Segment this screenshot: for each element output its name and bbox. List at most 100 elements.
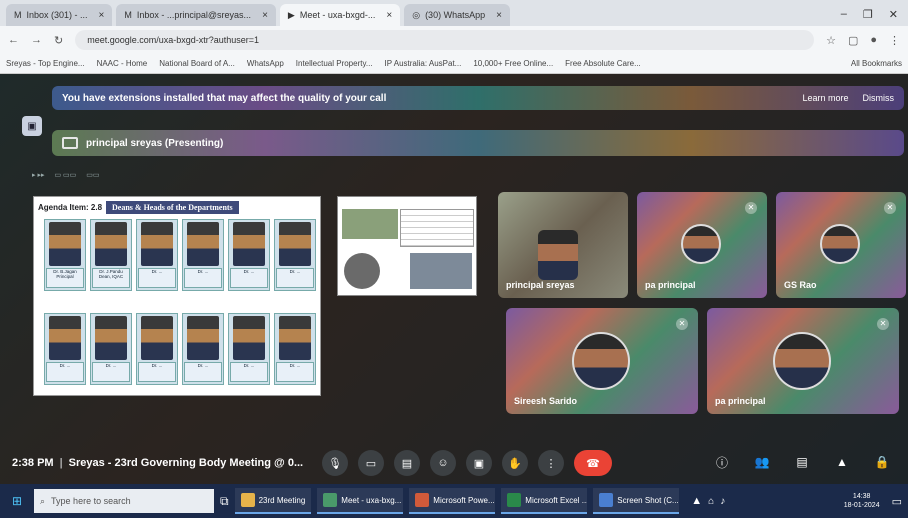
microphone-button[interactable]: 🎙 [322,450,348,476]
close-tab-icon[interactable]: × [496,10,502,21]
chrome-icon [323,493,338,507]
participant-tile[interactable]: ✕ pa principal [637,192,767,298]
close-tab-icon[interactable]: × [386,10,392,21]
search-placeholder: Type here to search [51,496,131,506]
thumb-photo [410,253,472,289]
taskbar-item[interactable]: Microsoft Excel ... [501,488,588,514]
meet-icon: ▶ [287,9,295,20]
url-field[interactable]: meet.google.com/uxa-bxgd-xtr?authuser=1 [75,30,815,50]
bookmark-item[interactable]: National Board of A... [159,59,235,68]
slide-tool[interactable]: ▭ ▭▭ [55,171,77,181]
meeting-title: Sreyas - 23rd Governing Body Meeting @ 0… [68,457,304,469]
powerpoint-icon [415,493,430,507]
folder-icon [240,493,255,507]
participant-name: pa principal [715,396,766,406]
mic-off-icon: ✕ [877,318,889,330]
person-card: Dr. ... [228,219,270,291]
profile-icon[interactable]: ● [870,34,877,46]
slide-tool[interactable]: ▭▭ [86,171,99,181]
person-photo [141,222,173,266]
dismiss-button[interactable]: Dismiss [863,93,895,103]
shared-slide: Agenda Item: 2.8 Deans & Heads of the De… [33,196,321,396]
maximize-icon[interactable]: ❐ [863,8,873,21]
person-card: Dr. ... [182,313,224,385]
more-options-button[interactable]: ⋮ [538,450,564,476]
person-card: Dr. J.Pandu Dean, IQAC [90,219,132,291]
browser-tab-bar: M Inbox (301) - ... × M Inbox - ...principa… [0,0,908,26]
slide-tool[interactable]: ▸ ▸▸ [32,171,45,181]
extensions-icon[interactable]: ▢ [848,34,858,47]
bookmark-item[interactable]: Free Absolute Care... [565,59,641,68]
browser-tab-meet[interactable]: ▶ Meet - uxa-bxgd-... × [279,4,401,26]
all-bookmarks[interactable]: All Bookmarks [851,59,902,68]
bookmark-item[interactable]: Intellectual Property... [296,59,373,68]
thumb-photo [344,253,380,289]
reload-icon[interactable]: ↻ [54,34,63,47]
taskbar-item[interactable]: Microsoft Powe... [409,488,496,514]
notification-icon[interactable]: ▭ [892,495,902,508]
participant-tile[interactable]: ✕ Sireesh Sarido [506,308,698,414]
taskbar-item[interactable]: Meet - uxa-bxg... [317,488,404,514]
camera-button[interactable]: ▭ [358,450,384,476]
person-card: Dr. ... [90,313,132,385]
mic-off-icon: ✕ [884,202,896,214]
raise-hand-button[interactable]: ✋ [502,450,528,476]
person-card: Dr. ... [274,313,316,385]
bookmark-item[interactable]: Sreyas - Top Engine... [6,59,85,68]
participant-tile[interactable]: ✕ pa principal [707,308,899,414]
person-card: Dr. ... [44,313,86,385]
presenting-label: principal sreyas (Presenting) [86,137,224,149]
bookmark-item[interactable]: NAAC - Home [97,59,148,68]
close-tab-icon[interactable]: × [99,10,105,21]
leave-call-button[interactable]: ☎ [574,450,612,476]
slide-person-grid-row2: Dr. ... Dr. ... Dr. ... Dr. ... Dr. ... … [44,313,316,385]
participant-tile[interactable]: ✕ GS Rao [776,192,906,298]
person-photo [279,316,311,360]
browser-tab-whatsapp[interactable]: ◎ (30) WhatsApp × [404,4,510,26]
excel-icon [507,493,522,507]
thumb-table [400,209,474,247]
bookmark-item[interactable]: WhatsApp [247,59,284,68]
captions-button[interactable]: ▤ [394,450,420,476]
browser-tab-inbox-2[interactable]: M Inbox - ...principal@sreyas... × [116,4,276,26]
close-window-icon[interactable]: ✕ [889,8,898,21]
taskbar-item[interactable]: 23rd Meeting [234,488,312,514]
meet-side-icon[interactable]: ▣ [22,116,42,136]
gmail-icon: M [124,10,132,20]
participant-tile[interactable]: principal sreyas [498,192,628,298]
network-icon[interactable]: ⌂ [708,496,714,507]
minimize-icon[interactable]: – [841,8,847,21]
activities-icon[interactable]: ▲ [830,450,854,474]
chat-icon[interactable]: ▤ [790,450,814,474]
person-photo [49,316,81,360]
bookmark-item[interactable]: IP Australia: AusPat... [385,59,462,68]
tray-app-icon[interactable]: ▲ [691,495,702,507]
task-view-icon[interactable]: ⧉ [220,494,229,509]
people-icon[interactable]: 👥 [750,450,774,474]
menu-icon[interactable]: ⋮ [889,34,900,47]
back-icon[interactable]: ← [8,34,19,46]
windows-taskbar: ⊞ ⌕ Type here to search ⧉ 23rd Meeting M… [0,484,908,518]
learn-more-link[interactable]: Learn more [802,93,848,103]
taskbar-search[interactable]: ⌕ Type here to search [34,489,214,513]
participant-name: pa principal [645,280,696,290]
present-button[interactable]: ▣ [466,450,492,476]
emoji-button[interactable]: ☺ [430,450,456,476]
volume-icon[interactable]: ♪ [720,496,725,507]
thumb-photo [342,209,398,239]
browser-tab-inbox[interactable]: M Inbox (301) - ... × [6,4,113,26]
windows-start-icon[interactable]: ⊞ [6,490,28,512]
person-photo [233,222,265,266]
forward-icon[interactable]: → [31,34,42,46]
bookmark-star-icon[interactable]: ☆ [826,34,836,47]
extensions-banner: You have extensions installed that may a… [52,86,904,110]
bookmark-item[interactable]: 10,000+ Free Online... [473,59,553,68]
host-controls-icon[interactable]: 🔒 [870,450,894,474]
taskbar-clock[interactable]: 14:38 18-01-2024 [844,492,880,510]
slide-thumbnail[interactable] [337,196,477,296]
close-tab-icon[interactable]: × [262,10,268,21]
clock-date: 18-01-2024 [843,502,880,509]
taskbar-item[interactable]: Screen Shot (C... [593,488,680,514]
info-icon[interactable]: ⓘ [710,450,734,474]
participant-avatar [820,224,860,264]
